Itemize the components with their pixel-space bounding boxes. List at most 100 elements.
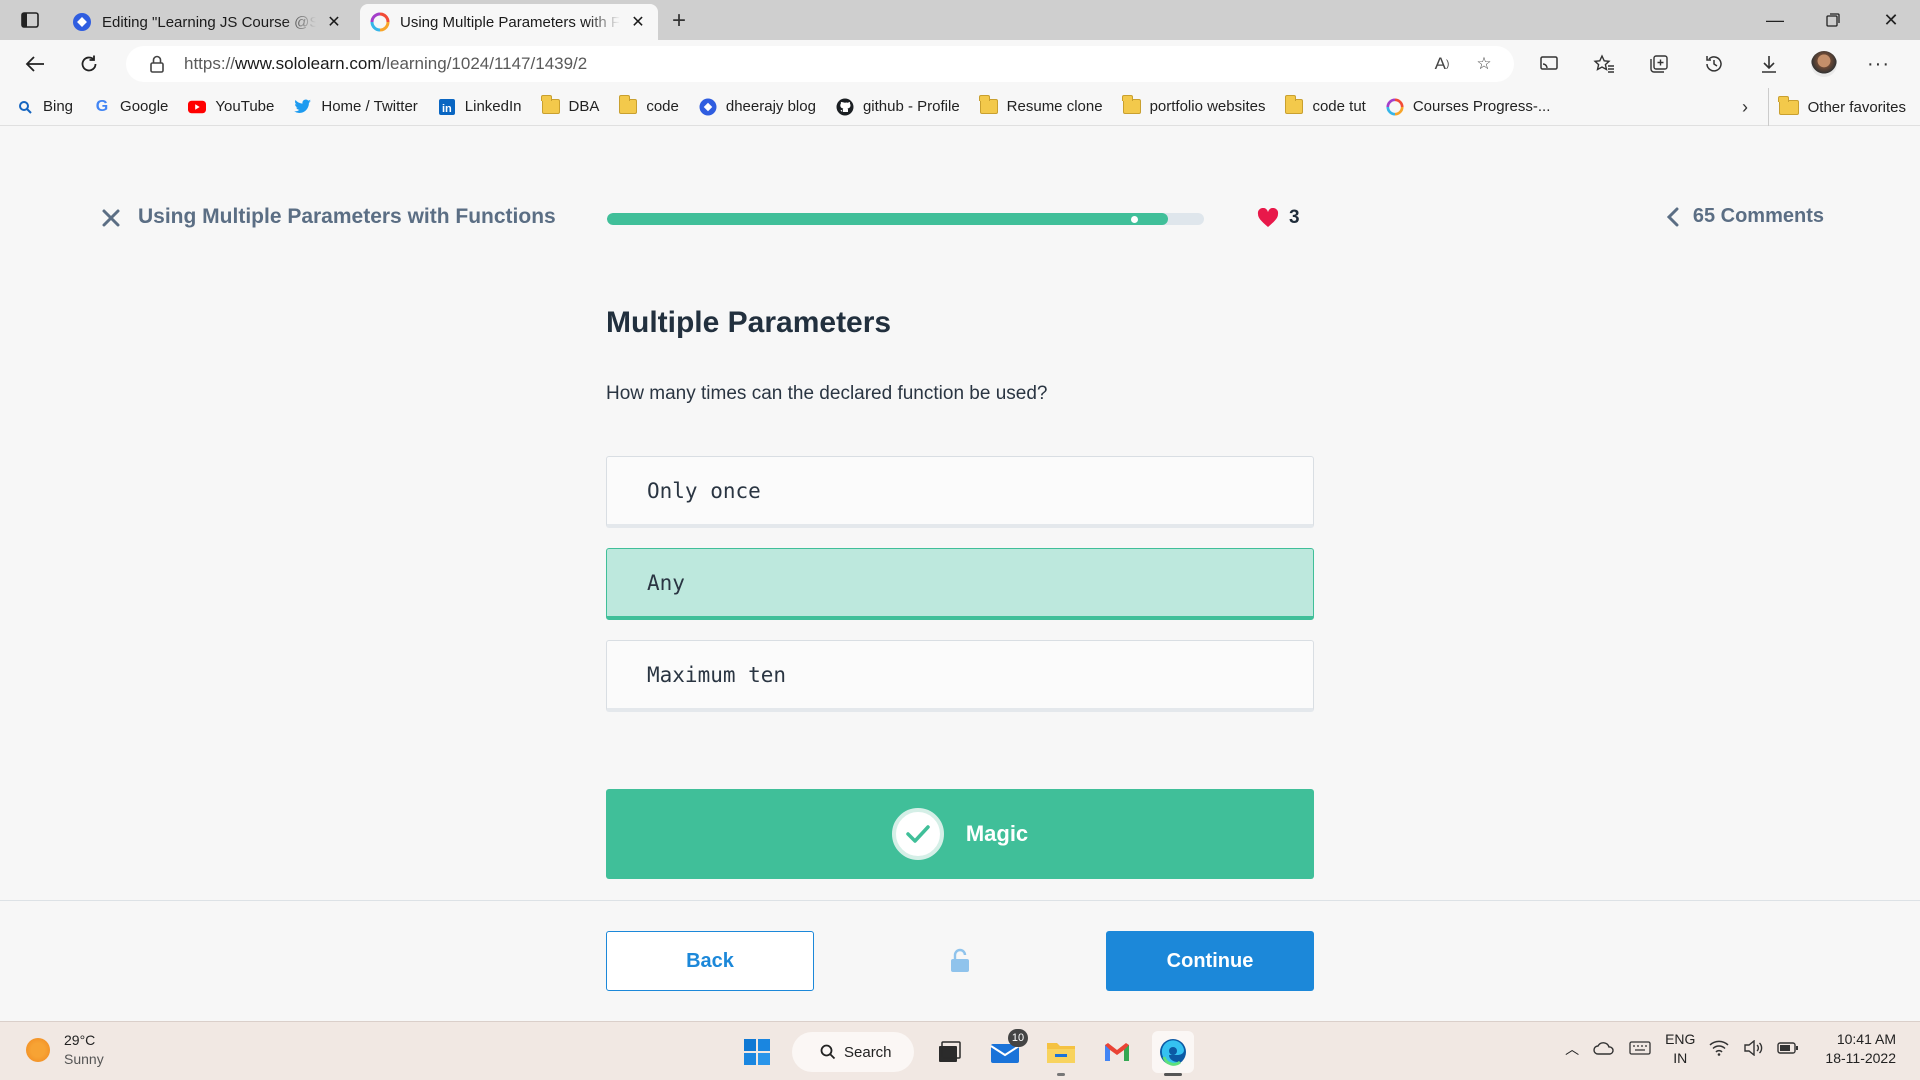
lock-icon[interactable] [146,53,168,75]
browser-tab-editing[interactable]: Editing "Learning JS Course @Sololearn" … [62,4,354,40]
back-button[interactable]: Back [606,931,814,991]
battery-icon[interactable] [1777,1041,1799,1058]
profile-avatar[interactable] [1796,48,1851,80]
footer-divider [0,900,1920,901]
close-window-icon[interactable]: ✕ [1862,0,1920,40]
temperature: 29°C [64,1032,96,1048]
browser-tab-active[interactable]: Using Multiple Parameters with Functions… [360,4,658,40]
language-indicator[interactable]: ENG IN [1665,1030,1695,1068]
chevron-right-icon[interactable]: › [1742,97,1748,118]
restore-icon[interactable] [1804,0,1862,40]
lesson-progress-bar [607,213,1204,225]
blog-icon [73,13,91,31]
folder-icon [979,95,998,116]
address-bar[interactable]: https://www.sololearn.com/learning/1024/… [126,46,1514,82]
bookmark-courses[interactable]: Courses Progress-... [1386,97,1550,116]
collections-icon[interactable] [1631,48,1686,80]
new-tab-button[interactable]: + [664,6,694,36]
close-lesson-icon[interactable] [98,205,124,231]
keyboard-icon[interactable] [1629,1040,1651,1058]
sololearn-icon [1386,97,1404,116]
weather-widget[interactable]: 29°C Sunny [26,1031,104,1069]
linkedin-icon: in [438,98,456,116]
youtube-icon [188,98,207,116]
weather-condition: Sunny [64,1051,104,1067]
cast-icon[interactable] [1521,48,1576,80]
close-icon[interactable]: ✕ [324,12,344,32]
clock[interactable]: 10:41 AM 18-11-2022 [1825,1030,1896,1068]
bookmark-google[interactable]: G Google [93,97,169,116]
system-tray: ︿ ENG IN 10:41 AM 18-11-2022 [1565,1030,1896,1068]
bookmark-github[interactable]: github - Profile [836,98,960,116]
bookmark-twitter[interactable]: Home / Twitter [294,98,418,116]
favorites-icon[interactable] [1576,48,1631,80]
browser-tab-strip: Editing "Learning JS Course @Sololearn" … [0,0,1920,40]
comments-link[interactable]: 65 Comments [1666,205,1824,228]
lesson-page: Using Multiple Parameters with Functions… [0,127,1920,1021]
heart-icon [1257,208,1279,227]
window-controls: — ✕ [1746,0,1920,40]
wifi-icon[interactable] [1709,1040,1729,1059]
mail-badge: 10 [1008,1029,1028,1047]
windows-taskbar: 29°C Sunny Search 10 ︿ ENG IN 10:41 AM 1… [0,1021,1920,1080]
bookmark-code[interactable]: code [618,95,679,116]
refresh-icon[interactable] [72,48,106,80]
back-arrow-icon[interactable] [18,48,52,80]
sololearn-icon [370,12,390,32]
folder-icon [541,95,560,116]
answer-option[interactable]: Only once [606,456,1314,528]
github-icon [836,98,854,116]
bookmark-bing[interactable]: Bing [16,98,73,116]
close-icon[interactable]: ✕ [628,12,648,32]
answer-option[interactable]: Maximum ten [606,640,1314,712]
question-heading: Multiple Parameters [606,306,892,339]
blog-icon [699,98,717,116]
hearts-counter: 3 [1257,207,1300,229]
gmail-icon[interactable] [1096,1031,1138,1073]
search-icon [820,1044,836,1060]
bookmark-code-tut[interactable]: code tut [1284,95,1366,116]
lesson-title: Using Multiple Parameters with Functions [138,205,556,228]
google-icon: G [95,97,109,115]
download-icon[interactable] [1741,48,1796,80]
read-aloud-icon[interactable]: A) [1430,52,1454,76]
history-icon[interactable] [1686,48,1741,80]
onedrive-icon[interactable] [1593,1041,1615,1058]
bookmark-other-favorites[interactable]: Other favorites [1767,88,1906,126]
tab-actions-icon[interactable] [14,8,46,32]
search-label: Search [844,1043,892,1061]
sun-icon [26,1038,50,1062]
hearts-count: 3 [1289,207,1300,228]
add-favorite-icon[interactable]: ☆ [1472,52,1496,76]
check-icon [891,808,944,860]
bookmark-linkedin[interactable]: in LinkedIn [438,98,522,116]
magic-button[interactable]: Magic [606,789,1314,879]
task-view-icon[interactable] [928,1031,970,1073]
mail-icon[interactable]: 10 [984,1029,1028,1073]
unlock-icon[interactable] [948,947,972,973]
bookmarks-bar: Bing G Google YouTube Home / Twitter in … [0,88,1920,126]
more-menu-icon[interactable]: ··· [1851,48,1906,80]
volume-icon[interactable] [1743,1039,1763,1059]
progress-fill [607,213,1169,225]
bookmark-dba[interactable]: DBA [541,95,599,116]
bookmark-youtube[interactable]: YouTube [188,98,274,116]
minimize-icon[interactable]: — [1746,0,1804,40]
bookmark-portfolio[interactable]: portfolio websites [1122,95,1265,116]
folder-icon [1122,95,1141,116]
option-label: Maximum ten [647,662,787,687]
chevron-up-icon[interactable]: ︿ [1565,1039,1579,1059]
bookmark-resume-clone[interactable]: Resume clone [979,95,1103,116]
folder-icon [618,95,638,116]
chevron-left-icon [1666,207,1679,226]
file-explorer-icon[interactable] [1040,1031,1082,1076]
answer-option-selected[interactable]: Any [606,548,1314,620]
windows-start-icon[interactable] [736,1031,778,1073]
bing-icon [16,98,34,116]
continue-button[interactable]: Continue [1106,931,1314,991]
url-text: https://www.sololearn.com/learning/1024/… [184,54,588,73]
taskbar-search[interactable]: Search [792,1032,914,1072]
bookmark-blog[interactable]: dheerajy blog [699,98,816,116]
edge-browser-icon[interactable] [1152,1031,1194,1076]
option-label: Only once [647,478,761,503]
